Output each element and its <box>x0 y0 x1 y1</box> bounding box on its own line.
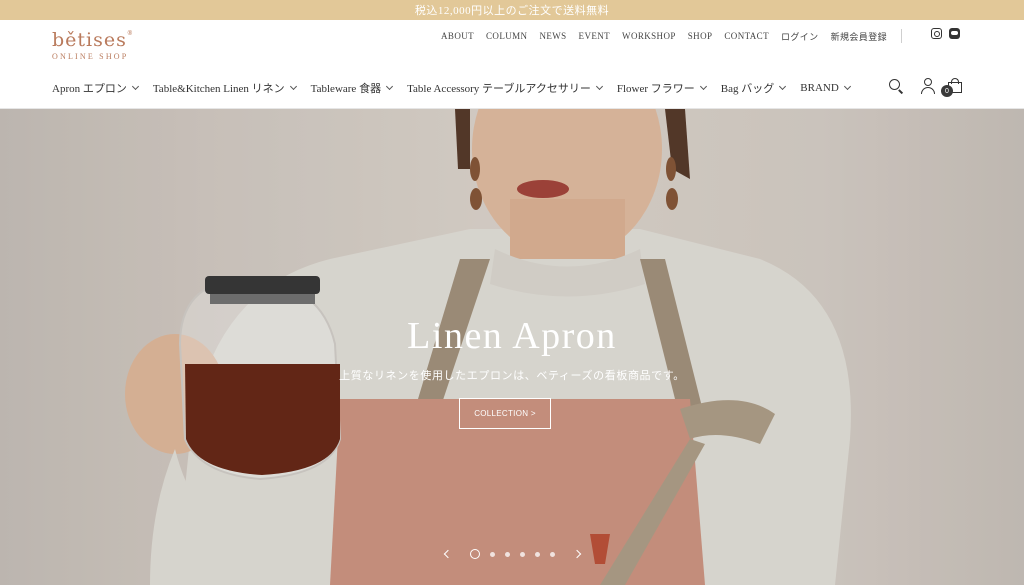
utility-link-workshop[interactable]: WORKSHOP <box>622 31 676 41</box>
nav-linen-label: Table&Kitchen Linen リネン <box>152 83 285 95</box>
chevron-down-icon <box>386 82 394 91</box>
nav-apron-label: Apron エプロン <box>52 83 127 95</box>
utility-divider <box>901 29 902 43</box>
hero-title: Linen Apron <box>407 315 617 357</box>
hero-banner: Linen Apron 上質なリネンを使用したエプロンは、ベティーズの看板商品で… <box>0 109 1024 585</box>
chevron-down-icon <box>131 82 139 91</box>
logo-subtitle: ONLINE SHOP <box>52 52 129 61</box>
utility-link-register[interactable]: 新規会員登録 <box>831 30 887 43</box>
utility-link-login[interactable]: ログイン <box>781 30 819 43</box>
nav-tableware[interactable]: Tableware 食器 <box>310 80 394 96</box>
site-header: bětises® ONLINE SHOP ABOUT COLUMN NEWS E… <box>0 20 1024 109</box>
utility-link-event[interactable]: EVENT <box>579 31 611 41</box>
logo-name: bětises <box>52 29 127 51</box>
line-icon[interactable] <box>949 28 960 39</box>
cart-count-badge: 0 <box>941 85 953 97</box>
instagram-icon[interactable] <box>931 28 942 39</box>
chevron-down-icon <box>779 82 787 91</box>
prev-slide-icon[interactable] <box>443 549 452 559</box>
slide-dot-1[interactable] <box>469 549 480 559</box>
hero-subtitle: 上質なリネンを使用したエプロンは、ベティーズの看板商品です。 <box>339 370 685 382</box>
search-icon[interactable] <box>889 78 904 94</box>
chevron-down-icon <box>699 82 707 91</box>
nav-tableware-label: Tableware 食器 <box>310 83 382 95</box>
next-slide-icon[interactable] <box>572 549 581 559</box>
announcement-text: 税込12,000円以上のご注文で送料無料 <box>414 5 610 17</box>
nav-linen[interactable]: Table&Kitchen Linen リネン <box>152 80 297 96</box>
logo[interactable]: bětises® ONLINE SHOP <box>52 29 134 62</box>
slide-dot-5[interactable] <box>534 551 540 557</box>
chevron-down-icon <box>289 82 297 91</box>
nav-brand[interactable]: BRAND <box>800 82 851 94</box>
header-icons: 0 <box>889 78 962 97</box>
slide-dot-3[interactable] <box>504 551 510 557</box>
nav-flower-label: Flower フラワー <box>616 83 695 95</box>
collection-button[interactable]: COLLECTION > <box>459 398 551 429</box>
utility-link-contact[interactable]: CONTACT <box>724 31 769 41</box>
social-links <box>924 28 960 39</box>
utility-link-news[interactable]: NEWS <box>539 31 566 41</box>
announcement-bar: 税込12,000円以上のご注文で送料無料 <box>0 0 1024 20</box>
slider-controls <box>0 549 1024 559</box>
nav-flower[interactable]: Flower フラワー <box>616 80 707 96</box>
slide-dot-4[interactable] <box>519 551 525 557</box>
logo-mark: ® <box>126 30 134 37</box>
utility-link-shop[interactable]: SHOP <box>688 31 713 41</box>
chevron-down-icon <box>843 82 851 91</box>
account-icon[interactable] <box>921 78 935 94</box>
utility-nav: ABOUT COLUMN NEWS EVENT WORKSHOP SHOP CO… <box>429 29 914 43</box>
nav-table-accessory-label: Table Accessory テーブルアクセサリー <box>407 83 591 95</box>
slide-dot-6[interactable] <box>549 551 555 557</box>
utility-link-column[interactable]: COLUMN <box>486 31 527 41</box>
nav-table-accessory[interactable]: Table Accessory テーブルアクセサリー <box>407 80 603 96</box>
utility-link-about[interactable]: ABOUT <box>441 31 474 41</box>
chevron-down-icon <box>595 82 603 91</box>
nav-bag[interactable]: Bag バッグ <box>720 80 787 96</box>
cart-icon[interactable]: 0 <box>941 78 962 97</box>
slide-dot-2[interactable] <box>489 551 495 557</box>
nav-bag-label: Bag バッグ <box>720 83 775 95</box>
main-nav: Apron エプロン Table&Kitchen Linen リネン Table… <box>52 80 865 96</box>
nav-brand-label: BRAND <box>800 82 839 94</box>
nav-apron[interactable]: Apron エプロン <box>52 80 139 96</box>
